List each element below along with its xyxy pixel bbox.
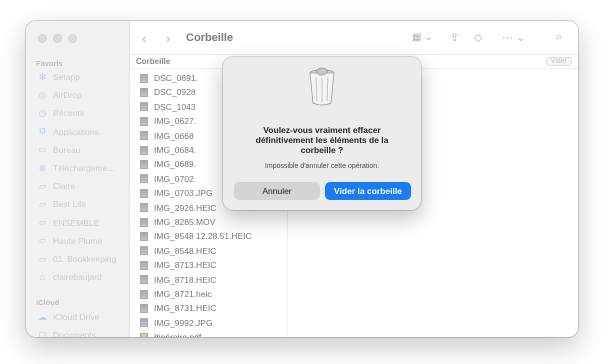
trash-icon bbox=[309, 67, 335, 106]
dialog-message: Impossible d'annuler cette opération. bbox=[264, 163, 380, 170]
finder-window: Favoris ✻ Setapp ◎ AirDrop ◷ Récents ⚙ Applicat… bbox=[26, 21, 578, 337]
confirm-dialog: Voulez-vous vraiment effacer définitivem… bbox=[223, 57, 421, 210]
dialog-title: Voulez-vous vraiment effacer définitivem… bbox=[255, 125, 389, 155]
cancel-button[interactable]: Annuler bbox=[234, 182, 320, 200]
empty-trash-confirm-button[interactable]: Vider la corbeille bbox=[325, 182, 411, 200]
